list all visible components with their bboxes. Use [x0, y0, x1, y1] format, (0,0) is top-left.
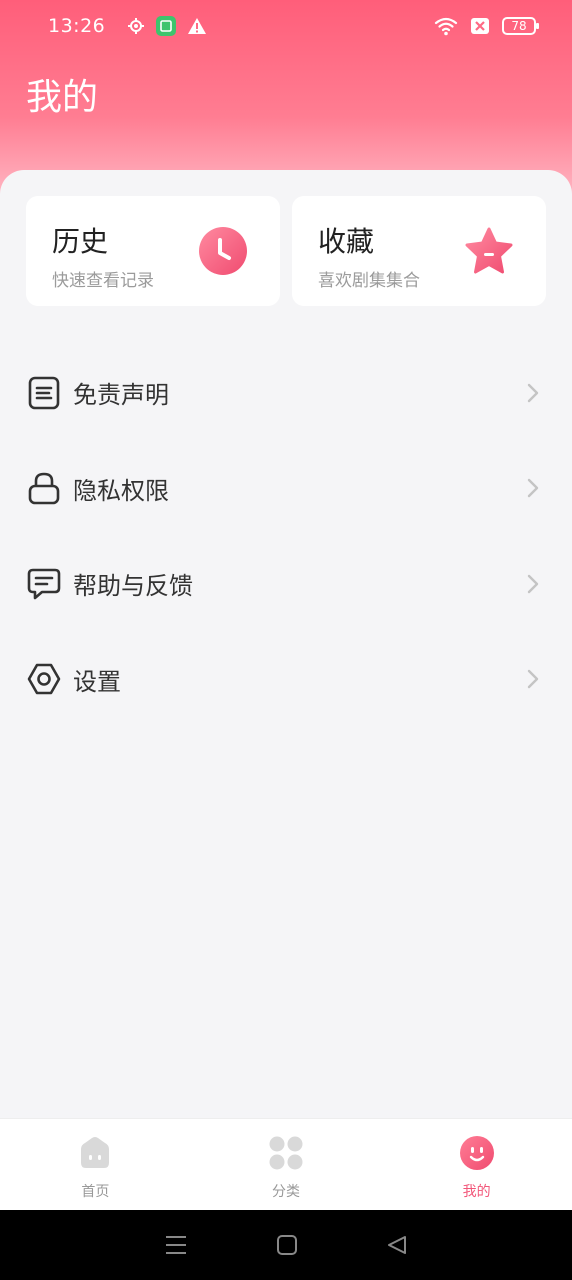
status-system-icons: 78	[434, 16, 539, 36]
menu-icon[interactable]	[164, 1234, 188, 1256]
status-time: 13:26	[48, 15, 106, 37]
location-icon	[128, 18, 145, 34]
back-triangle-icon[interactable]	[386, 1234, 408, 1256]
menu-item-help-feedback[interactable]: 帮助与反馈	[0, 536, 572, 632]
nav-tab-label: 首页	[81, 1184, 110, 1200]
home-square-icon[interactable]	[276, 1234, 298, 1256]
menu-item-label: 帮助与反馈	[73, 572, 193, 601]
favorites-card[interactable]: 收藏 喜欢剧集集合	[292, 196, 546, 306]
menu-item-settings[interactable]: 设置	[0, 632, 572, 728]
notification-app-icon	[156, 16, 177, 36]
status-notification-icons	[127, 15, 207, 37]
status-bar: 13:26 78	[0, 0, 572, 52]
document-icon	[27, 376, 61, 410]
settings-menu: 免责声明 隐私权限 帮助与反馈 设置	[0, 345, 572, 727]
history-card[interactable]: 历史 快速查看记录	[26, 196, 280, 306]
page-title: 我的	[26, 77, 99, 118]
favorites-card-subtitle: 喜欢剧集集合	[318, 271, 420, 291]
menu-item-label: 免责声明	[73, 381, 169, 410]
nav-tab-category[interactable]: 分类	[191, 1119, 382, 1210]
message-icon	[27, 567, 61, 601]
battery-icon: 78	[502, 17, 539, 35]
nav-tab-profile[interactable]: 我的	[381, 1119, 572, 1210]
bottom-nav: 首页 分类 我的	[0, 1118, 572, 1210]
history-card-title: 历史	[52, 225, 109, 258]
history-card-subtitle: 快速查看记录	[52, 271, 154, 291]
wifi-icon	[434, 17, 458, 36]
favorites-card-title: 收藏	[318, 225, 375, 258]
chevron-right-icon	[527, 670, 539, 689]
system-navigation-bar	[0, 1210, 572, 1280]
settings-icon	[27, 662, 61, 696]
menu-item-disclaimer[interactable]: 免责声明	[0, 345, 572, 441]
profile-icon	[459, 1136, 494, 1170]
battery-level: 78	[511, 19, 527, 33]
chevron-right-icon	[527, 574, 539, 593]
sim-blocked-icon	[471, 18, 489, 34]
star-icon	[465, 227, 513, 274]
chevron-right-icon	[527, 383, 539, 402]
menu-item-label: 隐私权限	[73, 476, 169, 505]
menu-item-privacy[interactable]: 隐私权限	[0, 441, 572, 537]
menu-item-label: 设置	[73, 667, 121, 696]
nav-tab-label: 我的	[462, 1184, 491, 1200]
warning-icon	[188, 18, 207, 34]
content-panel: 历史 快速查看记录 收藏 喜欢剧集集合 免责声明 隐私权限 帮助与反馈 设置	[0, 170, 572, 1120]
nav-tab-home[interactable]: 首页	[0, 1119, 191, 1210]
home-icon	[81, 1137, 110, 1168]
clock-icon	[199, 227, 247, 275]
nav-tab-label: 分类	[272, 1184, 300, 1200]
chevron-right-icon	[527, 479, 539, 498]
category-icon	[269, 1136, 303, 1170]
lock-icon	[27, 471, 61, 505]
